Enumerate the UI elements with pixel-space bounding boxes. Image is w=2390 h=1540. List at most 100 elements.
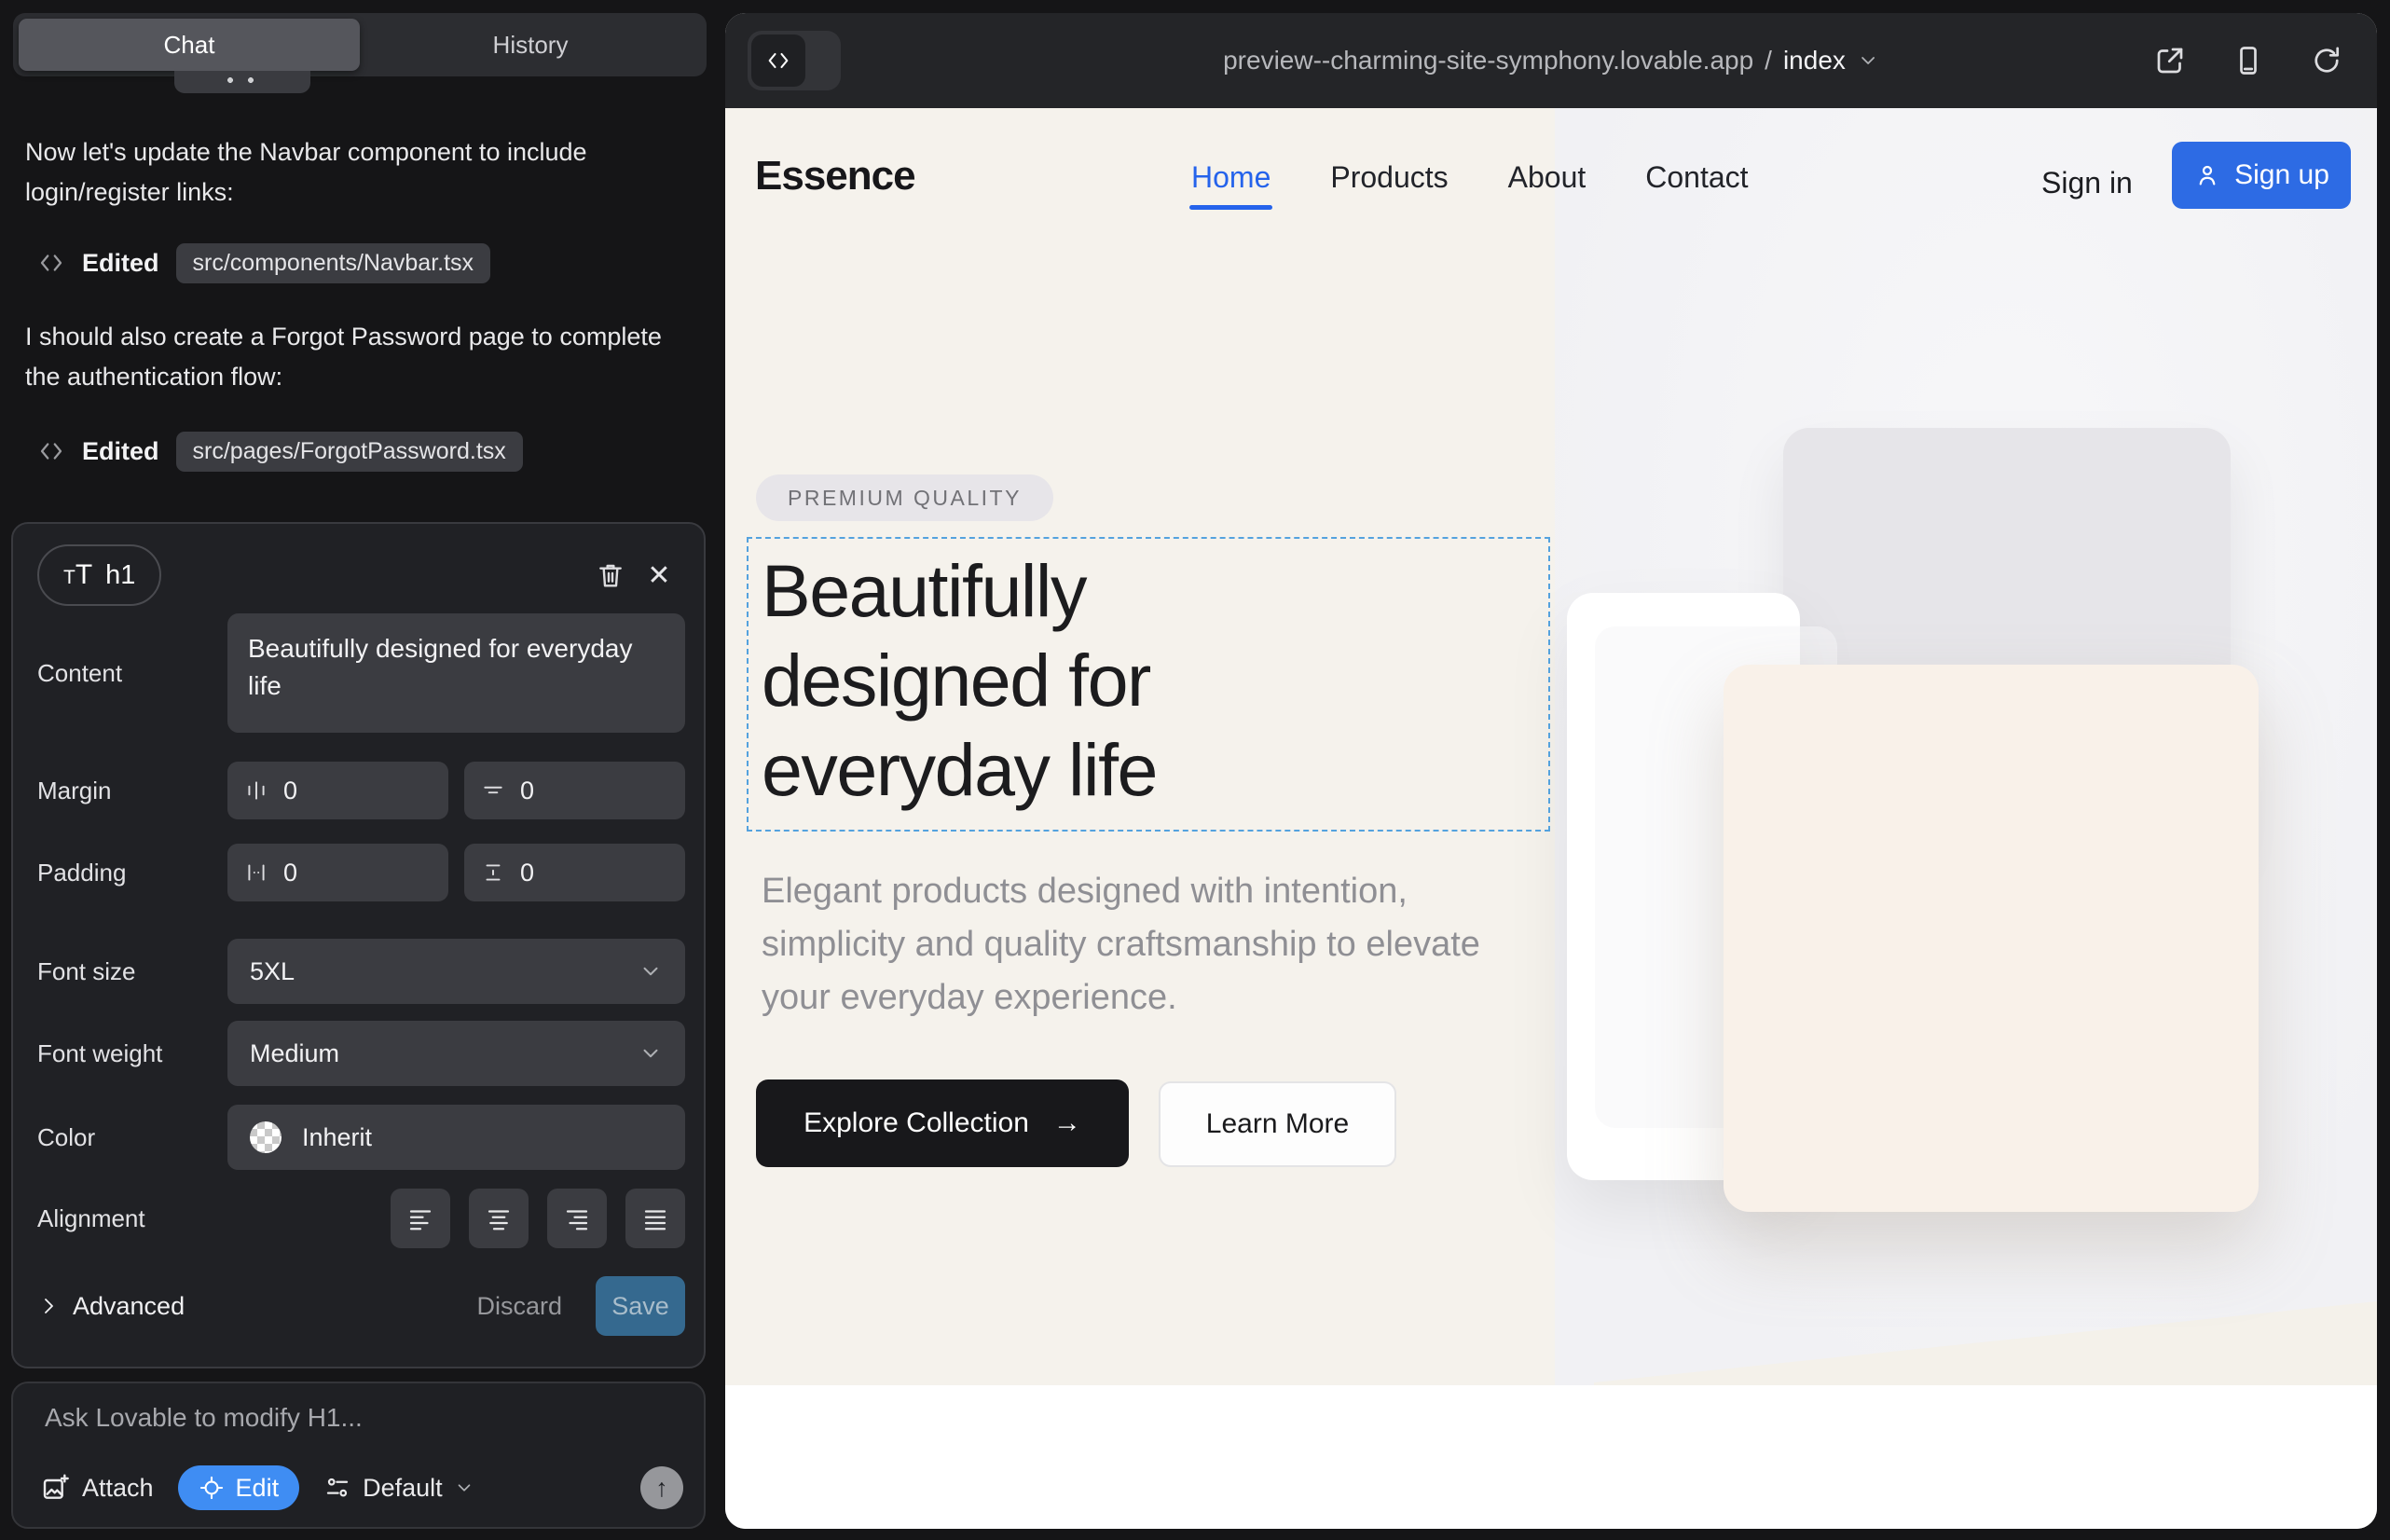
align-left-icon [406,1204,434,1232]
padding-vertical-icon [481,860,505,885]
signup-label: Sign up [2234,159,2329,191]
arrow-right-icon: → [1053,1107,1081,1139]
edited-label: Edited [82,249,159,278]
tab-history[interactable]: History [360,19,701,71]
save-button[interactable]: Save [596,1276,685,1336]
edited-file-row[interactable]: Edited src/components/Navbar.tsx [37,241,490,285]
content-input[interactable]: Beautifully designed for everyday life [227,613,685,733]
open-in-new-tab-button[interactable] [2151,42,2189,79]
view-mode-toggle[interactable] [748,31,841,90]
chevron-down-icon [454,1478,474,1498]
text-type-icon: TT [63,559,92,591]
code-icon [765,48,791,74]
color-select[interactable]: Inherit [227,1105,685,1170]
close-icon: ✕ [647,559,670,592]
close-editor-button[interactable]: ✕ [635,551,683,599]
edit-mode-button[interactable]: Edit [178,1465,300,1510]
font-size-value: 5XL [250,957,295,986]
nav-about[interactable]: About [1508,160,1586,195]
file-chip[interactable]: src/pages/ForgotPassword.tsx [176,432,523,472]
signup-button[interactable]: Sign up [2172,142,2351,209]
margin-x-input[interactable] [282,776,350,806]
mode-select[interactable]: Default [323,1474,474,1503]
align-left-button[interactable] [391,1189,450,1248]
element-tag-badge[interactable]: TT h1 [37,544,161,606]
trash-icon [596,560,625,590]
url-domain: preview--charming-site-symphony.lovable.… [1223,46,1753,76]
color-swatch-transparent [250,1121,282,1153]
padding-y-input[interactable] [518,858,587,888]
code-icon [37,437,65,465]
align-right-button[interactable] [547,1189,607,1248]
align-right-icon [563,1204,591,1232]
chevron-down-icon [639,1041,663,1066]
hero-section: Essence Home Products About Contact Sign… [725,108,2377,1385]
mobile-preview-button[interactable] [2230,42,2267,79]
file-chip[interactable]: src/components/Navbar.tsx [176,243,491,283]
hero-heading[interactable]: Beautifully designed for everyday life [762,546,1157,815]
learn-more-button[interactable]: Learn More [1159,1081,1396,1167]
alignment-label: Alignment [37,1204,227,1233]
margin-x-field[interactable] [227,762,448,819]
margin-y-field[interactable] [464,762,685,819]
chat-message: Now let's update the Navbar component to… [25,132,687,213]
site-preview: Essence Home Products About Contact Sign… [725,108,2377,1529]
font-size-label: Font size [37,957,227,986]
target-icon [199,1475,225,1501]
edit-label: Edit [236,1474,280,1503]
margin-label: Margin [37,777,227,805]
composer-input[interactable] [43,1402,662,1434]
url-breadcrumb[interactable]: preview--charming-site-symphony.lovable.… [1223,13,1879,108]
discard-button[interactable]: Discard [476,1292,562,1321]
url-page: index [1783,46,1846,76]
advanced-toggle[interactable]: Advanced [37,1292,185,1321]
nav-home[interactable]: Home [1191,160,1271,195]
align-justify-button[interactable] [625,1189,685,1248]
site-logo[interactable]: Essence [755,153,915,199]
person-icon [2193,161,2221,189]
font-size-select[interactable]: 5XL [227,939,685,1004]
mode-label: Default [363,1474,443,1503]
chevron-down-icon [1857,49,1879,72]
decor-card-cream [1724,665,2259,1212]
signin-link[interactable]: Sign in [2041,166,2133,200]
advanced-label: Advanced [73,1292,185,1321]
explore-label: Explore Collection [804,1107,1029,1139]
chat-composer: Attach Edit Default ↑ [11,1382,706,1529]
font-weight-select[interactable]: Medium [227,1021,685,1086]
font-weight-label: Font weight [37,1039,227,1068]
sliders-icon [323,1474,351,1502]
send-button[interactable]: ↑ [640,1466,683,1509]
padding-x-input[interactable] [282,858,350,888]
chat-history-tabs: Chat History [13,13,707,76]
chevron-right-icon [37,1295,60,1317]
padding-x-field[interactable] [227,844,448,901]
attach-label: Attach [82,1474,154,1503]
padding-y-field[interactable] [464,844,685,901]
premium-quality-badge: PREMIUM QUALITY [756,474,1053,521]
padding-label: Padding [37,859,227,887]
app: Chat History Now let's update the Navbar… [0,0,2390,1540]
edited-file-row[interactable]: Edited src/pages/ForgotPassword.tsx [37,429,523,474]
arrow-up-icon: ↑ [655,1474,668,1503]
delete-element-button[interactable] [586,551,635,599]
chat-message: I should also create a Forgot Password p… [25,317,687,397]
code-view-segment[interactable] [751,34,805,87]
clipped-chip [174,71,310,93]
color-value: Inherit [302,1123,372,1152]
margin-y-input[interactable] [518,776,587,806]
refresh-button[interactable] [2308,42,2345,79]
explore-collection-button[interactable]: Explore Collection → [756,1079,1129,1167]
tab-chat[interactable]: Chat [19,19,360,71]
attach-button[interactable]: Attach [41,1473,154,1503]
refresh-icon [2310,44,2343,77]
align-center-icon [485,1204,513,1232]
hero-heading-line: Beautifully [762,546,1157,636]
url-separator: / [1765,46,1772,76]
nav-products[interactable]: Products [1330,160,1448,195]
element-tag-label: h1 [105,560,135,591]
nav-contact[interactable]: Contact [1645,160,1748,195]
align-center-button[interactable] [469,1189,529,1248]
element-editor-panel: TT h1 ✕ Content Beautifully designed for… [11,522,706,1368]
preview-panel: preview--charming-site-symphony.lovable.… [725,13,2377,1529]
